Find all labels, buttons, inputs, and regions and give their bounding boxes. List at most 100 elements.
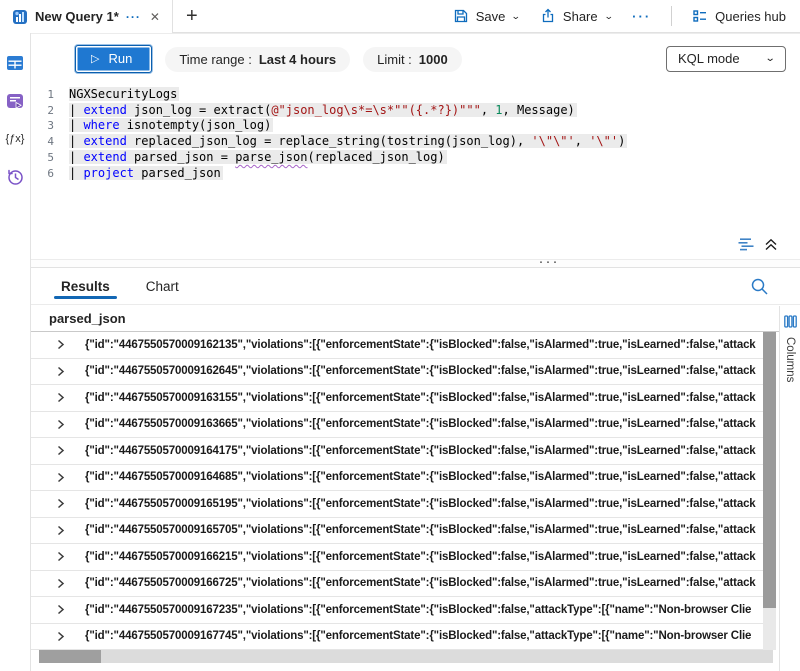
main-area: {ƒx} ▷ Run Time range : Last 4 hours Lim… <box>0 33 800 671</box>
vertical-scrollbar[interactable] <box>763 332 776 650</box>
horizontal-scrollbar-thumb[interactable] <box>39 650 101 663</box>
queries-hub-button[interactable]: Queries hub <box>692 8 786 24</box>
tab-results-label: Results <box>61 279 110 294</box>
tab-chart[interactable]: Chart <box>146 268 179 304</box>
limit-value: 1000 <box>419 52 448 67</box>
kql-mode-select[interactable]: KQL mode ⌄ <box>666 46 786 72</box>
save-button[interactable]: Save ⌄ <box>453 8 520 24</box>
save-label: Save <box>476 9 506 24</box>
row-expand-chevron-icon[interactable] <box>55 604 66 615</box>
run-play-icon: ▷ <box>91 52 99 65</box>
code-line[interactable]: 6| project parsed_json <box>31 166 800 182</box>
table-row[interactable]: {"id":"4467550570009163665","violations"… <box>31 412 763 439</box>
table-row[interactable]: {"id":"4467550570009165705","violations"… <box>31 518 763 545</box>
code-line[interactable]: 5| extend parsed_json = parse_json(repla… <box>31 150 800 166</box>
code-line[interactable]: 1NGXSecurityLogs <box>31 87 800 103</box>
table-row[interactable]: {"id":"4467550570009166725","violations"… <box>31 571 763 598</box>
time-range-picker[interactable]: Time range : Last 4 hours <box>165 47 350 72</box>
table-row[interactable]: {"id":"4467550570009167235","violations"… <box>31 597 763 624</box>
table-row[interactable]: {"id":"4467550570009164685","violations"… <box>31 465 763 492</box>
more-actions-button[interactable]: ··· <box>632 9 651 24</box>
code-line[interactable]: 3| where isnotempty(json_log) <box>31 118 800 134</box>
columns-icon[interactable] <box>784 315 797 328</box>
save-icon <box>453 8 469 24</box>
row-expand-chevron-icon[interactable] <box>55 631 66 642</box>
limit-label: Limit : <box>377 52 412 67</box>
row-expand-chevron-icon[interactable] <box>55 551 66 562</box>
format-filter-icon[interactable] <box>738 236 755 252</box>
table-row[interactable]: {"id":"4467550570009165195","violations"… <box>31 491 763 518</box>
share-button[interactable]: Share ⌄ <box>540 8 612 24</box>
row-json-text: {"id":"4467550570009163155","violations"… <box>85 392 763 404</box>
row-json-text: {"id":"4467550570009166215","violations"… <box>85 551 763 563</box>
tab-close-icon[interactable]: ✕ <box>148 10 162 24</box>
line-number: 2 <box>31 103 69 119</box>
column-header-parsed-json[interactable]: parsed_json <box>31 305 779 332</box>
content-column: ▷ Run Time range : Last 4 hours Limit : … <box>31 33 800 671</box>
kql-mode-value: KQL mode <box>678 51 740 66</box>
vertical-scrollbar-thumb[interactable] <box>763 332 776 608</box>
table-row[interactable]: {"id":"4467550570009167745","violations"… <box>31 624 763 651</box>
row-json-text: {"id":"4467550570009164685","violations"… <box>85 471 763 483</box>
row-json-text: {"id":"4467550570009165195","violations"… <box>85 498 763 510</box>
collapse-panel-icon[interactable] <box>764 237 778 252</box>
share-icon <box>540 8 556 24</box>
tab-more-button[interactable]: ··· <box>126 10 141 24</box>
run-button[interactable]: ▷ Run <box>75 45 152 73</box>
code-text: | extend json_log = extract(@"json_log\s… <box>69 103 577 119</box>
results-panel: Results Chart parsed_json {"id":"4467550… <box>31 268 800 671</box>
functions-icon[interactable]: {ƒx} <box>6 129 25 148</box>
row-expand-chevron-icon[interactable] <box>55 498 66 509</box>
panel-splitter[interactable]: ··· <box>31 259 800 268</box>
table-row[interactable]: {"id":"4467550570009162135","violations"… <box>31 332 763 359</box>
tab-results[interactable]: Results <box>61 268 110 304</box>
row-expand-chevron-icon[interactable] <box>55 392 66 403</box>
row-expand-chevron-icon[interactable] <box>55 445 66 456</box>
table-row[interactable]: {"id":"4467550570009163155","violations"… <box>31 385 763 412</box>
code-text: NGXSecurityLogs <box>69 87 179 103</box>
tab-title: New Query 1* <box>35 9 119 24</box>
results-rows: {"id":"4467550570009162135","violations"… <box>31 332 763 650</box>
tab-chart-label: Chart <box>146 279 179 294</box>
limit-picker[interactable]: Limit : 1000 <box>363 47 462 72</box>
kql-mode-chevron-down-icon: ⌄ <box>764 53 775 64</box>
search-icon[interactable] <box>750 277 769 301</box>
table-row[interactable]: {"id":"4467550570009166215","violations"… <box>31 544 763 571</box>
row-expand-chevron-icon[interactable] <box>55 366 66 377</box>
code-text: | project parsed_json <box>69 166 223 182</box>
query-editor[interactable]: 1NGXSecurityLogs2| extend json_log = ext… <box>31 87 800 181</box>
header-divider <box>671 6 672 26</box>
line-number: 6 <box>31 166 69 182</box>
row-json-text: {"id":"4467550570009167745","violations"… <box>85 630 763 642</box>
row-expand-chevron-icon[interactable] <box>55 339 66 350</box>
columns-panel-label[interactable]: Columns <box>784 337 796 382</box>
row-json-text: {"id":"4467550570009162135","violations"… <box>85 339 763 351</box>
code-line[interactable]: 2| extend json_log = extract(@"json_log\… <box>31 103 800 119</box>
code-text: | where isnotempty(json_log) <box>69 118 273 134</box>
row-expand-chevron-icon[interactable] <box>55 419 66 430</box>
left-sidebar: {ƒx} <box>0 33 31 671</box>
row-json-text: {"id":"4467550570009166725","violations"… <box>85 577 763 589</box>
code-text: | extend parsed_json = parse_json(replac… <box>69 150 447 166</box>
row-expand-chevron-icon[interactable] <box>55 472 66 483</box>
query-pane: ▷ Run Time range : Last 4 hours Limit : … <box>31 33 800 259</box>
row-expand-chevron-icon[interactable] <box>55 578 66 589</box>
horizontal-scrollbar[interactable] <box>39 650 773 663</box>
query-tab[interactable]: New Query 1* ··· ✕ <box>0 0 173 33</box>
run-label: Run <box>108 51 132 66</box>
table-row[interactable]: {"id":"4467550570009162645","violations"… <box>31 359 763 386</box>
new-tab-button[interactable]: + <box>173 0 211 32</box>
row-json-text: {"id":"4467550570009167235","violations"… <box>85 604 763 616</box>
code-line[interactable]: 4| extend replaced_json_log = replace_st… <box>31 134 800 150</box>
row-expand-chevron-icon[interactable] <box>55 525 66 536</box>
materialized-views-icon[interactable] <box>6 91 25 110</box>
query-app-icon <box>12 9 28 25</box>
tables-icon[interactable] <box>6 53 25 72</box>
time-range-label: Time range : <box>179 52 252 67</box>
share-chevron-down-icon: ⌄ <box>603 11 613 22</box>
table-row[interactable]: {"id":"4467550570009164175","violations"… <box>31 438 763 465</box>
row-json-text: {"id":"4467550570009162645","violations"… <box>85 365 763 377</box>
row-json-text: {"id":"4467550570009163665","violations"… <box>85 418 763 430</box>
query-history-icon[interactable] <box>6 167 25 186</box>
queries-hub-icon <box>692 8 708 24</box>
